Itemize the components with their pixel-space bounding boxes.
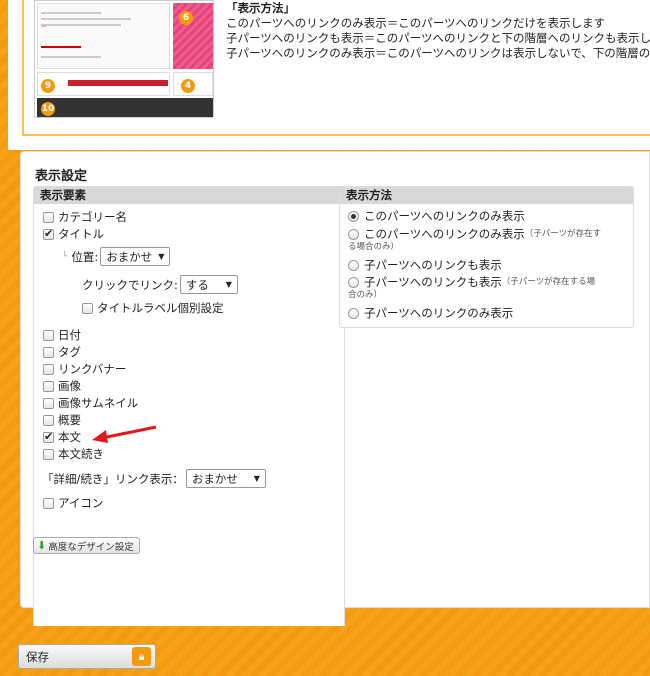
radio-children-only[interactable] [348,308,359,319]
checkbox-title[interactable] [43,227,54,240]
title-position-row: └ 位置: おまかせ ▼ [62,247,171,266]
detail-link-row: 「詳細/続き」リンク表示： おまかせ ▼ [42,469,266,488]
title-position-select[interactable]: おまかせ ▼ [100,247,171,266]
checkbox-row-date[interactable]: 日付 [43,327,81,343]
radio-with-children-if-child[interactable] [348,277,359,288]
save-button[interactable]: 保存 🔒︎ [18,644,156,669]
checkbox-row-body-more[interactable]: 本文続き [43,446,104,462]
display-elements-box: 表示要素 カテゴリー名 タイトル └ 位置: おまかせ▼ クリックでリンク: す… [33,186,345,626]
badge-4: 4 [181,79,195,93]
display-method-header: 表示方法 [340,187,633,204]
detail-link-select[interactable]: おまかせ ▼ [185,469,266,488]
checkbox-date[interactable] [43,329,54,341]
checkbox-summary[interactable] [43,414,54,426]
checkbox-body-more[interactable] [43,448,54,460]
dropdown-arrow-icon: ▼ [253,474,260,483]
radio-row-with-children[interactable]: 子パーツへのリンクも表示 [348,259,502,272]
display-settings-panel: 表示設定 表示要素 カテゴリー名 タイトル └ 位置: おまかせ▼ クリックでリ… [20,151,650,626]
checkbox-row-summary[interactable]: 概要 [43,412,81,428]
top-panel: — 6 9 4 10 「表示方法」 このパーツへのリンクのみ表示＝このパーツへの… [8,0,650,150]
checkbox-row-image-thumb[interactable]: 画像サムネイル [43,395,138,411]
checkbox-body[interactable] [43,430,54,443]
checkbox-tag[interactable] [43,346,54,358]
click-link-select[interactable]: する ▼ [179,275,238,294]
display-method-box: 表示方法 このパーツへのリンクのみ表示 このパーツへのリンクのみ表示 （子パーツが… [339,186,634,328]
badge-6: 6 [179,11,193,25]
radio-row-this-only-if-child[interactable]: このパーツへのリンクのみ表示 （子パーツが存在す る場合のみ） [348,228,601,254]
display-elements-header: 表示要素 [34,187,344,204]
checkbox-row-category[interactable]: カテゴリー名 [43,209,127,225]
red-annotation-arrow [92,425,157,443]
checkbox-row-image[interactable]: 画像 [43,378,81,394]
badge-10: 10 [41,102,55,116]
description-line: 子パーツへのリンクのみ表示＝このパーツへのリンクは表示しないで、下の階層のリンク… [226,46,650,60]
tree-branch-icon: └ [62,251,68,262]
radio-this-only-if-child[interactable] [348,229,359,240]
preview-frame: — 6 9 4 10 「表示方法」 このパーツへのリンクのみ表示＝このパーツへの… [22,0,650,136]
checkbox-title-label-custom[interactable] [82,302,93,314]
description-title: 「表示方法」 [226,1,295,15]
checkbox-link-banner[interactable] [43,363,54,375]
checkbox-row-tag[interactable]: タグ [43,344,81,360]
checkbox-image[interactable] [43,380,54,392]
radio-with-children[interactable] [348,260,359,271]
display-method-description: 「表示方法」 このパーツへのリンクのみ表示＝このパーツへのリンクだけを表示します… [226,1,650,61]
radio-row-children-only[interactable]: 子パーツへのリンクのみ表示 [348,307,513,320]
radio-row-with-children-if-child[interactable]: 子パーツへのリンクも表示 （子パーツが存在する場 合のみ） [348,276,595,302]
checkbox-icon[interactable] [43,497,54,509]
checkbox-row-body[interactable]: 本文 [43,429,81,445]
dropdown-arrow-icon: ▼ [158,252,165,261]
description-line: このパーツへのリンクのみ表示＝このパーツへのリンクだけを表示します [226,16,606,30]
radio-this-only[interactable] [348,211,359,222]
click-link-row: クリックでリンク: する ▼ [82,275,238,294]
checkbox-row-title-label-custom[interactable]: タイトルラベル個別設定 [82,300,224,316]
download-arrow-icon: ⬇ [37,539,47,552]
settings-heading: 表示設定 [35,169,88,184]
checkbox-row-link-banner[interactable]: リンクバナー [43,361,126,377]
lock-icon: 🔒︎ [132,647,151,666]
dropdown-arrow-icon: ▼ [225,280,232,289]
checkbox-category[interactable] [43,211,54,223]
checkbox-row-icon[interactable]: アイコン [43,495,103,511]
radio-row-this-only[interactable]: このパーツへのリンクのみ表示 [348,210,525,223]
description-line: 子パーツへのリンクも表示＝このパーツへのリンクと下の階層へのリンクも表示します [226,31,650,45]
checkbox-image-thumb[interactable] [43,397,54,409]
advanced-design-settings-button[interactable]: ⬇ 高度なデザイン設定 [33,537,140,554]
badge-9: 9 [41,79,55,93]
layout-preview-image: — 6 9 4 10 [34,0,214,118]
checkbox-row-title[interactable]: タイトル [43,226,104,242]
